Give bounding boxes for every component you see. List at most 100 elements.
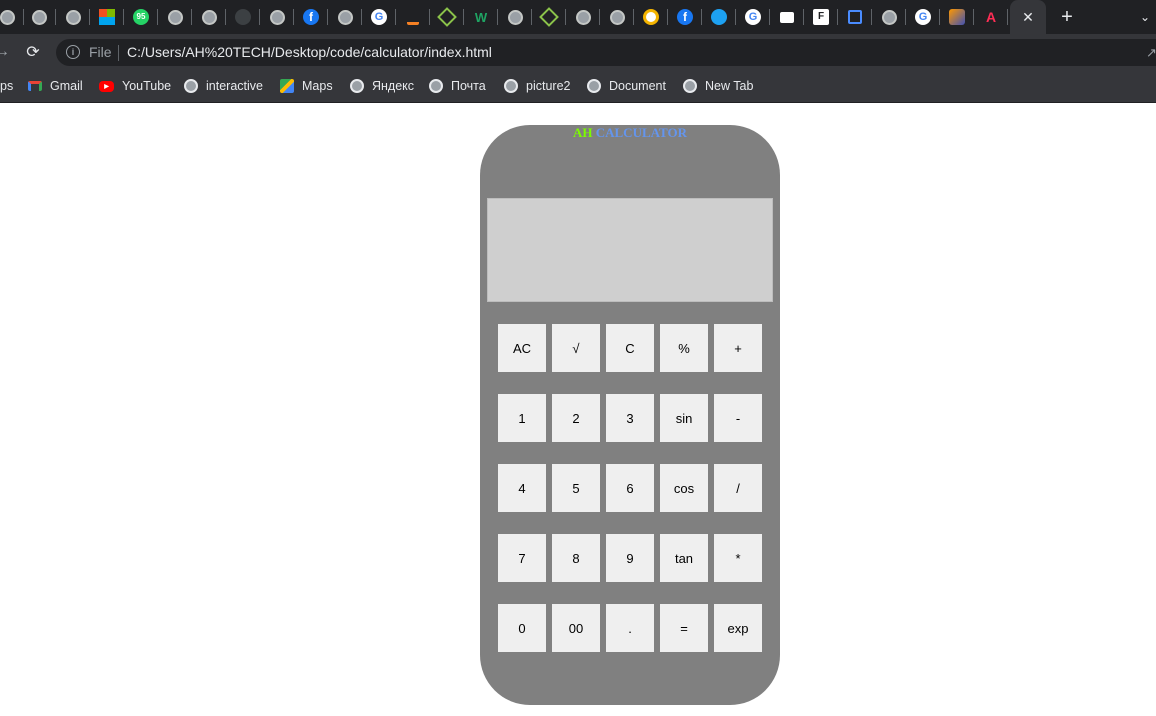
tab[interactable]: f bbox=[294, 0, 328, 34]
tab[interactable]: G bbox=[906, 0, 940, 34]
globe-icon bbox=[167, 9, 183, 25]
calculator-display[interactable] bbox=[487, 198, 773, 302]
all-clear-button[interactable]: AC bbox=[498, 324, 546, 372]
forward-icon[interactable]: → bbox=[0, 34, 10, 70]
scheme-label: File bbox=[89, 44, 112, 60]
exp-button[interactable]: exp bbox=[714, 604, 762, 652]
new-tab-button[interactable]: + bbox=[1056, 0, 1078, 34]
reload-icon[interactable]: ⟳ bbox=[22, 34, 44, 70]
bookmark-item[interactable]: Document bbox=[587, 70, 666, 102]
title-suffix: CALCULATOR bbox=[595, 125, 687, 140]
close-icon[interactable]: ✕ bbox=[1022, 9, 1034, 26]
tab[interactable] bbox=[702, 0, 736, 34]
globe-icon bbox=[201, 9, 217, 25]
globe-icon bbox=[429, 79, 443, 93]
tab[interactable] bbox=[634, 0, 668, 34]
clear-button[interactable]: C bbox=[606, 324, 654, 372]
tab[interactable]: 95 bbox=[124, 0, 158, 34]
equals-button[interactable]: = bbox=[660, 604, 708, 652]
browser-toolbar: → ⟳ i File C:/Users/AH%20TECH/Desktop/co… bbox=[0, 34, 1156, 70]
dark-logo-icon bbox=[235, 9, 251, 25]
bookmarks-bar: ps Gmail ▶ YouTube interactive Maps Яндекс Почт… bbox=[0, 70, 1156, 103]
tab[interactable]: W bbox=[464, 0, 498, 34]
tab[interactable] bbox=[940, 0, 974, 34]
tab[interactable] bbox=[56, 0, 90, 34]
tab-list-button[interactable]: ⌄ bbox=[1134, 0, 1156, 34]
tab[interactable] bbox=[872, 0, 906, 34]
google-icon: G bbox=[745, 9, 761, 25]
globe-icon bbox=[184, 79, 198, 93]
plus-button[interactable]: + bbox=[714, 324, 762, 372]
digit-2-button[interactable]: 2 bbox=[552, 394, 600, 442]
tab[interactable] bbox=[90, 0, 124, 34]
tab[interactable] bbox=[396, 0, 430, 34]
calculator-title: AH CALCULATOR bbox=[480, 125, 780, 141]
bookmark-item[interactable]: Gmail bbox=[28, 70, 83, 102]
active-tab[interactable]: ✕ bbox=[1010, 0, 1046, 34]
bookmark-item[interactable]: Почта bbox=[429, 70, 486, 102]
tab[interactable] bbox=[600, 0, 634, 34]
tan-button[interactable]: tan bbox=[660, 534, 708, 582]
tab[interactable] bbox=[328, 0, 362, 34]
tab-strip: 95 f G Wf G F G A ✕ bbox=[0, 0, 1156, 34]
url-text[interactable]: C:/Users/AH%20TECH/Desktop/code/calculat… bbox=[127, 44, 492, 60]
share-icon[interactable]: ↗ bbox=[1146, 45, 1156, 61]
double-zero-button[interactable]: 00 bbox=[552, 604, 600, 652]
tab[interactable] bbox=[158, 0, 192, 34]
bookmark-item[interactable]: picture2 bbox=[504, 70, 570, 102]
digit-8-button[interactable]: 8 bbox=[552, 534, 600, 582]
digit-1-button[interactable]: 1 bbox=[498, 394, 546, 442]
bookmark-item[interactable]: ▶ YouTube bbox=[99, 70, 171, 102]
globe-icon bbox=[337, 9, 353, 25]
tab[interactable]: f bbox=[668, 0, 702, 34]
digit-4-button[interactable]: 4 bbox=[498, 464, 546, 512]
tab[interactable] bbox=[0, 0, 24, 34]
minus-button[interactable]: - bbox=[714, 394, 762, 442]
tab[interactable] bbox=[532, 0, 566, 34]
bookmark-item[interactable]: interactive bbox=[184, 70, 263, 102]
tab[interactable]: G bbox=[362, 0, 396, 34]
tab[interactable] bbox=[22, 0, 56, 34]
info-icon[interactable]: i bbox=[66, 45, 80, 59]
tab[interactable]: F bbox=[804, 0, 838, 34]
stackoverflow-icon bbox=[407, 10, 419, 25]
tab[interactable] bbox=[770, 0, 804, 34]
bookmark-item[interactable]: Яндекс bbox=[350, 70, 414, 102]
tab[interactable]: G bbox=[736, 0, 770, 34]
multiply-button[interactable]: * bbox=[714, 534, 762, 582]
orange-logo-icon bbox=[949, 9, 965, 25]
twitter-icon bbox=[711, 9, 727, 25]
tab[interactable] bbox=[430, 0, 464, 34]
tab[interactable] bbox=[838, 0, 872, 34]
bookmark-label: Document bbox=[609, 79, 666, 93]
f-box-icon: F bbox=[813, 9, 829, 25]
digit-7-button[interactable]: 7 bbox=[498, 534, 546, 582]
bookmark-item[interactable]: Maps bbox=[280, 70, 333, 102]
digit-9-button[interactable]: 9 bbox=[606, 534, 654, 582]
white-logo-icon bbox=[643, 9, 659, 25]
w-logo-icon: W bbox=[474, 9, 488, 25]
tab[interactable] bbox=[226, 0, 260, 34]
bookmark-item[interactable]: New Tab bbox=[683, 70, 753, 102]
tab[interactable] bbox=[260, 0, 294, 34]
tab[interactable] bbox=[498, 0, 532, 34]
divide-button[interactable]: / bbox=[714, 464, 762, 512]
address-bar[interactable]: i File C:/Users/AH%20TECH/Desktop/code/c… bbox=[56, 39, 1156, 66]
bookmark-label: Яндекс bbox=[372, 79, 415, 93]
percent-button[interactable]: % bbox=[660, 324, 708, 372]
bookmark-item[interactable]: ps bbox=[0, 70, 13, 102]
globe-icon bbox=[269, 9, 285, 25]
tab[interactable] bbox=[566, 0, 600, 34]
tab[interactable] bbox=[192, 0, 226, 34]
sin-button[interactable]: sin bbox=[660, 394, 708, 442]
cross-icon bbox=[437, 7, 457, 27]
cos-button[interactable]: cos bbox=[660, 464, 708, 512]
sqrt-button[interactable]: √ bbox=[552, 324, 600, 372]
digit-0-button[interactable]: 0 bbox=[498, 604, 546, 652]
tab[interactable]: A bbox=[974, 0, 1008, 34]
digit-6-button[interactable]: 6 bbox=[606, 464, 654, 512]
digit-5-button[interactable]: 5 bbox=[552, 464, 600, 512]
digit-3-button[interactable]: 3 bbox=[606, 394, 654, 442]
facebook-icon: f bbox=[677, 9, 693, 25]
decimal-button[interactable]: . bbox=[606, 604, 654, 652]
